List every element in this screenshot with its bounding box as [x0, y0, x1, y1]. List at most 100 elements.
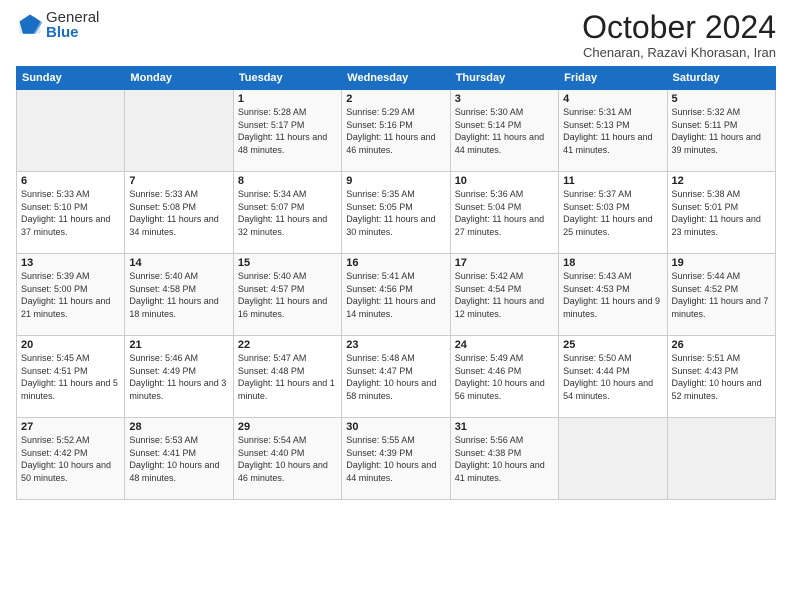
day-daylight: Daylight: 11 hours and 27 minutes. [455, 214, 544, 237]
day-sunrise: Sunrise: 5:51 AM [672, 353, 741, 363]
calendar-cell: 14 Sunrise: 5:40 AM Sunset: 4:58 PM Dayl… [125, 254, 233, 336]
calendar-cell: 3 Sunrise: 5:30 AM Sunset: 5:14 PM Dayli… [450, 90, 558, 172]
calendar-cell: 5 Sunrise: 5:32 AM Sunset: 5:11 PM Dayli… [667, 90, 775, 172]
calendar-cell: 12 Sunrise: 5:38 AM Sunset: 5:01 PM Dayl… [667, 172, 775, 254]
day-sunset: Sunset: 5:00 PM [21, 284, 88, 294]
day-daylight: Daylight: 10 hours and 54 minutes. [563, 378, 653, 401]
day-sunset: Sunset: 4:53 PM [563, 284, 630, 294]
calendar-cell: 10 Sunrise: 5:36 AM Sunset: 5:04 PM Dayl… [450, 172, 558, 254]
day-number: 23 [346, 339, 445, 351]
day-daylight: Daylight: 11 hours and 1 minute. [238, 378, 335, 401]
day-daylight: Daylight: 10 hours and 48 minutes. [129, 460, 219, 483]
day-sunset: Sunset: 5:08 PM [129, 202, 196, 212]
day-sunrise: Sunrise: 5:41 AM [346, 271, 415, 281]
calendar-week-row: 1 Sunrise: 5:28 AM Sunset: 5:17 PM Dayli… [17, 90, 776, 172]
day-sunrise: Sunrise: 5:53 AM [129, 435, 198, 445]
day-daylight: Daylight: 11 hours and 7 minutes. [672, 296, 769, 319]
weekday-header: Tuesday [233, 67, 341, 90]
calendar-cell: 30 Sunrise: 5:55 AM Sunset: 4:39 PM Dayl… [342, 418, 450, 500]
day-number: 2 [346, 93, 445, 105]
day-sunrise: Sunrise: 5:36 AM [455, 189, 524, 199]
day-sunset: Sunset: 4:47 PM [346, 366, 413, 376]
header: General Blue October 2024 Chenaran, Raza… [16, 10, 776, 60]
day-daylight: Daylight: 11 hours and 5 minutes. [21, 378, 118, 401]
day-sunset: Sunset: 4:48 PM [238, 366, 305, 376]
logo-icon [16, 11, 44, 39]
calendar-cell: 27 Sunrise: 5:52 AM Sunset: 4:42 PM Dayl… [17, 418, 125, 500]
day-daylight: Daylight: 10 hours and 44 minutes. [346, 460, 436, 483]
day-sunrise: Sunrise: 5:33 AM [21, 189, 90, 199]
day-number: 29 [238, 421, 337, 433]
day-sunrise: Sunrise: 5:49 AM [455, 353, 524, 363]
day-sunset: Sunset: 5:13 PM [563, 120, 630, 130]
calendar-week-row: 20 Sunrise: 5:45 AM Sunset: 4:51 PM Dayl… [17, 336, 776, 418]
day-daylight: Daylight: 11 hours and 16 minutes. [238, 296, 327, 319]
calendar-cell: 4 Sunrise: 5:31 AM Sunset: 5:13 PM Dayli… [559, 90, 667, 172]
day-sunset: Sunset: 5:07 PM [238, 202, 305, 212]
day-sunrise: Sunrise: 5:33 AM [129, 189, 198, 199]
day-sunrise: Sunrise: 5:48 AM [346, 353, 415, 363]
day-sunrise: Sunrise: 5:52 AM [21, 435, 90, 445]
day-sunrise: Sunrise: 5:29 AM [346, 107, 415, 117]
day-sunrise: Sunrise: 5:39 AM [21, 271, 90, 281]
calendar-cell [667, 418, 775, 500]
weekday-row: SundayMondayTuesdayWednesdayThursdayFrid… [17, 67, 776, 90]
calendar-week-row: 13 Sunrise: 5:39 AM Sunset: 5:00 PM Dayl… [17, 254, 776, 336]
day-sunrise: Sunrise: 5:34 AM [238, 189, 307, 199]
calendar-cell: 25 Sunrise: 5:50 AM Sunset: 4:44 PM Dayl… [559, 336, 667, 418]
day-sunset: Sunset: 4:49 PM [129, 366, 196, 376]
day-daylight: Daylight: 11 hours and 34 minutes. [129, 214, 218, 237]
day-sunset: Sunset: 4:44 PM [563, 366, 630, 376]
day-daylight: Daylight: 11 hours and 37 minutes. [21, 214, 110, 237]
day-sunset: Sunset: 4:51 PM [21, 366, 88, 376]
calendar-cell: 23 Sunrise: 5:48 AM Sunset: 4:47 PM Dayl… [342, 336, 450, 418]
weekday-header: Thursday [450, 67, 558, 90]
logo-blue: Blue [46, 25, 99, 40]
day-sunset: Sunset: 4:40 PM [238, 448, 305, 458]
day-daylight: Daylight: 11 hours and 46 minutes. [346, 132, 435, 155]
day-sunrise: Sunrise: 5:35 AM [346, 189, 415, 199]
day-sunrise: Sunrise: 5:45 AM [21, 353, 90, 363]
day-daylight: Daylight: 11 hours and 14 minutes. [346, 296, 435, 319]
calendar-cell: 7 Sunrise: 5:33 AM Sunset: 5:08 PM Dayli… [125, 172, 233, 254]
day-sunrise: Sunrise: 5:43 AM [563, 271, 632, 281]
day-sunset: Sunset: 4:46 PM [455, 366, 522, 376]
day-number: 19 [672, 257, 771, 269]
day-number: 3 [455, 93, 554, 105]
day-sunrise: Sunrise: 5:40 AM [238, 271, 307, 281]
day-sunset: Sunset: 5:16 PM [346, 120, 413, 130]
day-daylight: Daylight: 11 hours and 9 minutes. [563, 296, 660, 319]
calendar-cell: 17 Sunrise: 5:42 AM Sunset: 4:54 PM Dayl… [450, 254, 558, 336]
calendar-cell: 19 Sunrise: 5:44 AM Sunset: 4:52 PM Dayl… [667, 254, 775, 336]
day-number: 17 [455, 257, 554, 269]
day-number: 8 [238, 175, 337, 187]
weekday-header: Sunday [17, 67, 125, 90]
day-number: 24 [455, 339, 554, 351]
title-block: October 2024 Chenaran, Razavi Khorasan, … [582, 10, 776, 60]
day-sunrise: Sunrise: 5:46 AM [129, 353, 198, 363]
day-number: 18 [563, 257, 662, 269]
day-sunrise: Sunrise: 5:30 AM [455, 107, 524, 117]
day-number: 9 [346, 175, 445, 187]
calendar-cell: 31 Sunrise: 5:56 AM Sunset: 4:38 PM Dayl… [450, 418, 558, 500]
day-daylight: Daylight: 11 hours and 3 minutes. [129, 378, 226, 401]
calendar-cell: 11 Sunrise: 5:37 AM Sunset: 5:03 PM Dayl… [559, 172, 667, 254]
day-number: 14 [129, 257, 228, 269]
day-number: 7 [129, 175, 228, 187]
calendar-header: SundayMondayTuesdayWednesdayThursdayFrid… [17, 67, 776, 90]
day-daylight: Daylight: 10 hours and 52 minutes. [672, 378, 762, 401]
calendar-week-row: 6 Sunrise: 5:33 AM Sunset: 5:10 PM Dayli… [17, 172, 776, 254]
day-sunrise: Sunrise: 5:38 AM [672, 189, 741, 199]
day-sunset: Sunset: 4:41 PM [129, 448, 196, 458]
calendar-cell: 24 Sunrise: 5:49 AM Sunset: 4:46 PM Dayl… [450, 336, 558, 418]
day-sunset: Sunset: 5:04 PM [455, 202, 522, 212]
day-daylight: Daylight: 11 hours and 21 minutes. [21, 296, 110, 319]
day-sunrise: Sunrise: 5:56 AM [455, 435, 524, 445]
day-sunset: Sunset: 4:56 PM [346, 284, 413, 294]
calendar-cell: 26 Sunrise: 5:51 AM Sunset: 4:43 PM Dayl… [667, 336, 775, 418]
day-number: 10 [455, 175, 554, 187]
day-sunset: Sunset: 4:43 PM [672, 366, 739, 376]
day-sunset: Sunset: 5:14 PM [455, 120, 522, 130]
day-sunset: Sunset: 4:57 PM [238, 284, 305, 294]
day-sunrise: Sunrise: 5:55 AM [346, 435, 415, 445]
